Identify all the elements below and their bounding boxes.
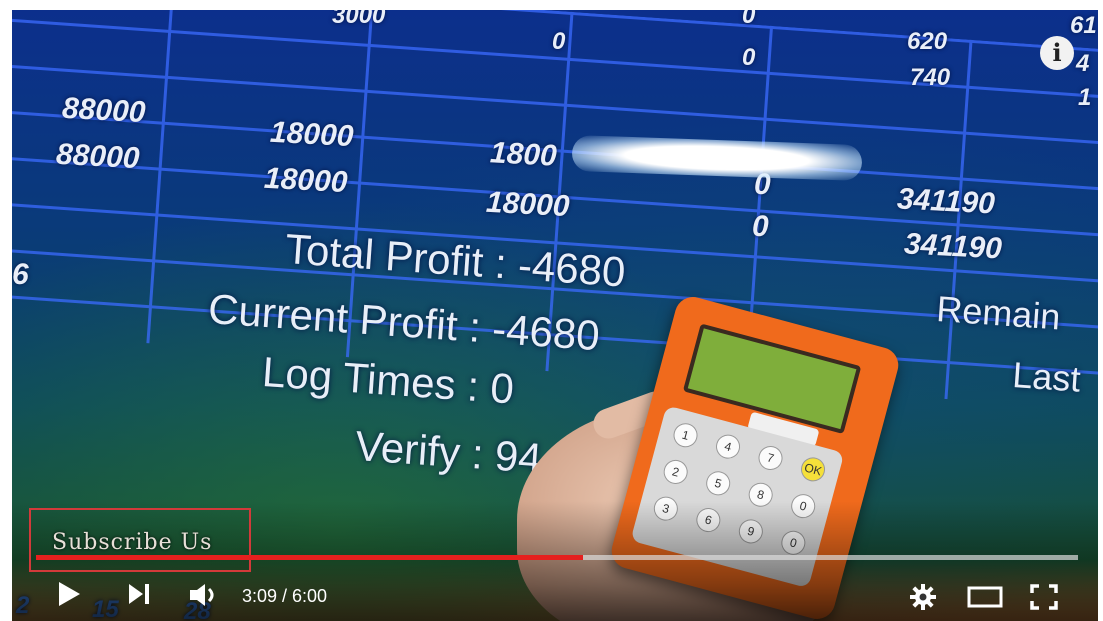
- last-label: Last: [1011, 354, 1082, 400]
- partial-digit: 6: [12, 258, 29, 291]
- table-cell: 3000: [332, 10, 386, 29]
- progress-bar[interactable]: [36, 555, 1078, 560]
- fullscreen-button[interactable]: [1030, 584, 1058, 610]
- table-cell: 1: [1078, 84, 1092, 111]
- table-cell: 341190: [903, 227, 1003, 266]
- table-cell: 88000: [61, 91, 147, 130]
- table-cell: 88000: [55, 137, 141, 176]
- play-button[interactable]: [56, 580, 82, 608]
- next-icon: [129, 584, 149, 604]
- keypad-key: 2: [660, 457, 691, 487]
- player-controls: 3:09 / 6:00: [12, 576, 1098, 614]
- table-cell: 0: [742, 10, 756, 29]
- table-cell: 18000: [263, 161, 349, 200]
- theater-button[interactable]: [967, 586, 1003, 608]
- volume-icon: [190, 584, 214, 606]
- theater-icon: [967, 586, 1003, 608]
- table-cell: 0: [752, 210, 769, 243]
- video-player[interactable]: 3000 0 0 620 61 0 740 4 1 88000 18000 18…: [12, 10, 1098, 621]
- remain-label: Remain: [935, 288, 1062, 338]
- play-icon: [59, 582, 80, 606]
- fullscreen-icon: [1030, 584, 1058, 610]
- keypad-key: OK: [798, 454, 828, 485]
- table-cell: 1800: [489, 136, 558, 173]
- time-display: 3:09 / 6:00: [242, 586, 328, 606]
- progress-fill: [36, 555, 584, 560]
- subscribe-text[interactable]: Subscribe Us: [52, 530, 212, 555]
- table-cell: 4: [1076, 50, 1090, 77]
- settings-icon: [910, 584, 936, 610]
- table-cell: 0: [742, 44, 756, 71]
- volume-button[interactable]: [188, 582, 222, 608]
- next-button[interactable]: [126, 582, 152, 606]
- keypad-key: 7: [755, 443, 786, 473]
- table-cell: 18000: [485, 185, 571, 224]
- table-cell: 18000: [269, 115, 355, 154]
- table-cell: 61: [1070, 12, 1097, 39]
- table-cell: 0: [552, 28, 566, 55]
- keypad-key: 1: [670, 420, 701, 450]
- info-icon[interactable]: i: [1040, 36, 1074, 70]
- table-cell: 740: [910, 64, 951, 91]
- table-cell: 341190: [896, 182, 996, 221]
- keypad-key: 4: [713, 431, 743, 462]
- verify-label: Verify : 94: [353, 422, 544, 482]
- settings-button[interactable]: [910, 584, 936, 610]
- table-cell: 620: [907, 28, 948, 55]
- keypad-key: 5: [703, 468, 733, 499]
